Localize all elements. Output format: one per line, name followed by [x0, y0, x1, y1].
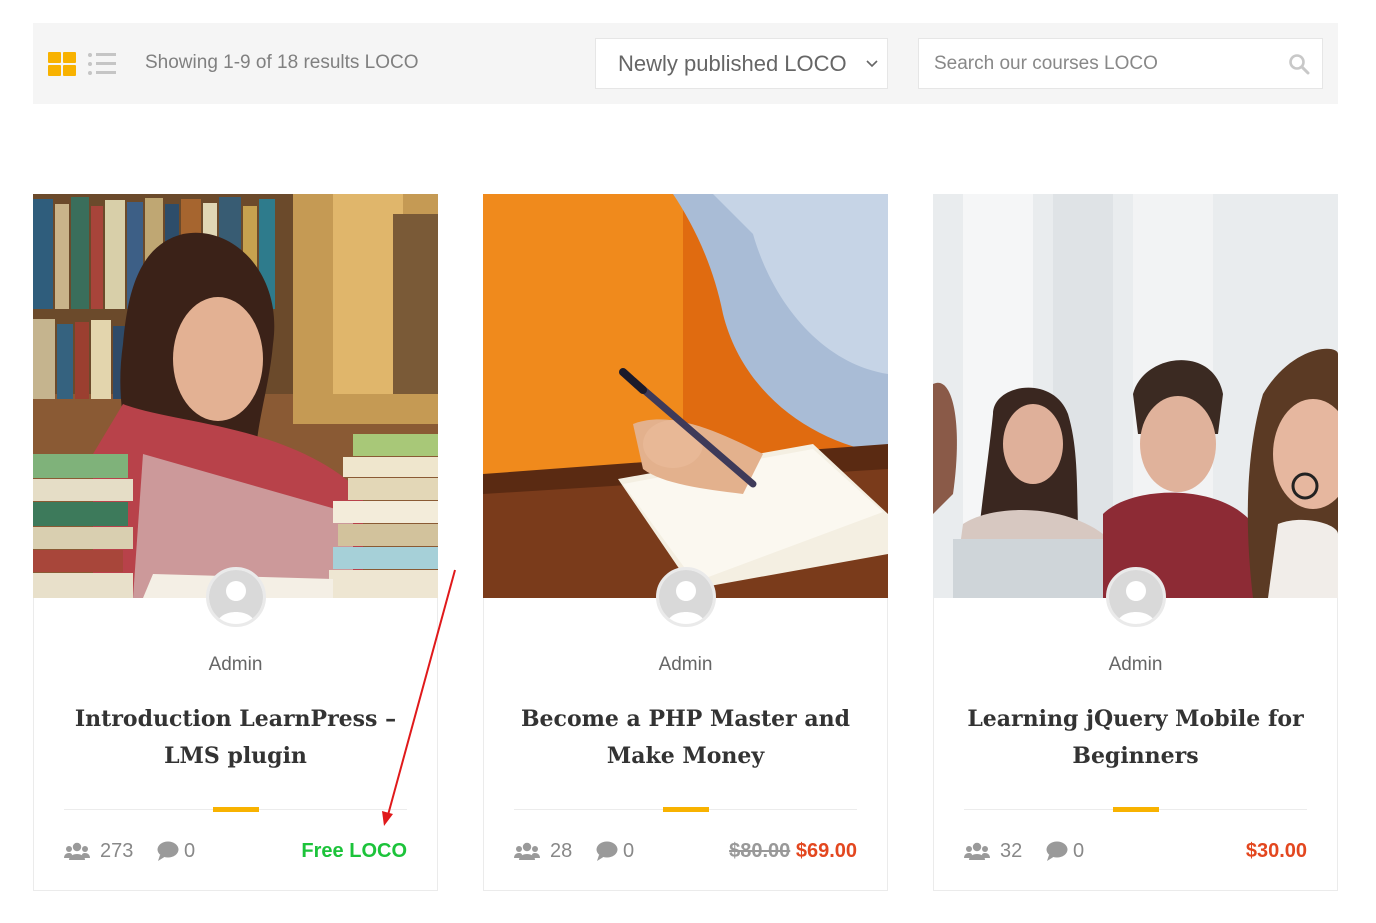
grid-view-icon[interactable] — [48, 52, 76, 76]
author-avatar[interactable] — [656, 567, 716, 627]
course-price: $30.00 — [1245, 840, 1307, 862]
course-price: $80.00 $69.00 — [729, 840, 857, 863]
course-thumbnail[interactable] — [933, 194, 1338, 598]
course-card: Admin Introduction LearnPress – LMS plug… — [33, 194, 438, 891]
course-meta: 273 0 Free LOCO — [64, 837, 407, 867]
course-price: Free LOCO — [301, 840, 407, 862]
course-meta: 28 0 $80.00 $69.00 — [514, 837, 857, 867]
course-title-line: LMS plugin — [164, 743, 307, 769]
course-card: Admin Learning jQuery Mobile for Beginne… — [933, 194, 1338, 891]
student-count: 273 — [100, 840, 134, 862]
course-title-line: Become a PHP Master and — [520, 706, 851, 732]
comment-count: 0 — [623, 840, 635, 862]
course-card: Admin Become a PHP Master and Make Money… — [483, 194, 888, 891]
course-toolbar: Showing 1-9 of 18 results LOCO Newly pub… — [33, 23, 1338, 104]
users-icon — [514, 842, 540, 860]
student-count: 28 — [550, 840, 573, 862]
comment-icon — [596, 841, 618, 861]
author-avatar[interactable] — [1106, 567, 1166, 627]
chevron-down-icon — [866, 60, 878, 68]
search-input[interactable] — [934, 49, 1274, 79]
course-search — [918, 38, 1323, 89]
author-name[interactable]: Admin — [934, 654, 1337, 676]
course-title-line: Beginners — [1072, 743, 1199, 769]
course-title[interactable]: Become a PHP Master and Make Money — [514, 701, 857, 775]
comment-icon — [1046, 841, 1068, 861]
sale-price: $69.00 — [795, 840, 857, 862]
comment-icon — [157, 841, 179, 861]
author-avatar[interactable] — [206, 567, 266, 627]
author-name[interactable]: Admin — [484, 654, 887, 676]
accent-bar — [1113, 807, 1159, 812]
search-icon[interactable] — [1288, 53, 1310, 75]
list-view-icon[interactable] — [88, 52, 116, 76]
accent-bar — [663, 807, 709, 812]
sort-select[interactable]: Newly published LOCO — [595, 38, 888, 89]
course-title-line: Learning jQuery Mobile for — [967, 706, 1304, 732]
comment-count: 0 — [184, 840, 196, 862]
course-title-line: Introduction LearnPress – — [74, 706, 397, 732]
course-title[interactable]: Introduction LearnPress – LMS plugin — [64, 701, 407, 775]
author-name[interactable]: Admin — [34, 654, 437, 676]
course-title[interactable]: Learning jQuery Mobile for Beginners — [964, 701, 1307, 775]
student-count: 32 — [1000, 840, 1023, 862]
comment-count: 0 — [1073, 840, 1085, 862]
course-title-line: Make Money — [606, 743, 765, 769]
results-count: Showing 1-9 of 18 results LOCO — [145, 52, 419, 73]
original-price: $80.00 — [729, 840, 791, 862]
accent-bar — [213, 807, 259, 812]
users-icon — [964, 842, 990, 860]
course-meta: 32 0 $30.00 — [964, 837, 1307, 867]
course-thumbnail[interactable] — [483, 194, 888, 598]
users-icon — [64, 842, 90, 860]
sort-selected-value: Newly published LOCO — [618, 51, 847, 76]
course-thumbnail[interactable] — [33, 194, 438, 598]
